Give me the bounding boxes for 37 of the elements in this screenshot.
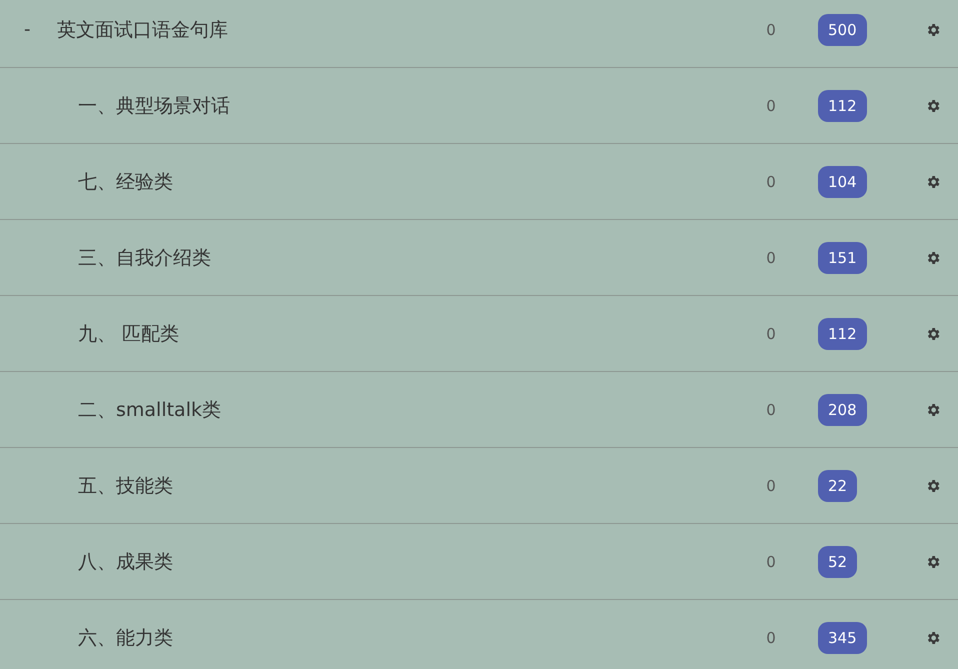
card-count: 52 — [818, 546, 858, 578]
collapse-toggle[interactable]: - — [0, 19, 57, 40]
settings-icon[interactable] — [925, 554, 941, 570]
due-count: 0 — [765, 324, 777, 342]
card-count: 112 — [818, 318, 867, 350]
settings-icon[interactable] — [925, 478, 941, 494]
settings-icon[interactable] — [925, 326, 941, 342]
deck-name[interactable]: 八、成果类 — [78, 550, 173, 572]
card-count: 345 — [818, 622, 867, 654]
deck-name[interactable]: 七、经验类 — [78, 170, 173, 192]
deck-name[interactable]: 二、smalltalk类 — [78, 398, 221, 420]
due-count: 0 — [765, 20, 777, 38]
card-count: 112 — [818, 90, 867, 122]
deck-name[interactable]: 九、 匹配类 — [78, 322, 180, 344]
due-count: 0 — [765, 400, 777, 418]
deck-name[interactable]: 英文面试口语金句库 — [57, 18, 228, 40]
card-count: 500 — [818, 14, 867, 46]
due-count: 0 — [765, 96, 777, 114]
settings-icon[interactable] — [925, 630, 941, 646]
card-count: 151 — [818, 242, 867, 274]
settings-icon[interactable] — [925, 402, 941, 418]
card-count: 104 — [818, 166, 867, 198]
deck-name[interactable]: 五、技能类 — [78, 474, 173, 496]
deck-name[interactable]: 三、自我介绍类 — [78, 246, 211, 268]
due-count: 0 — [765, 248, 777, 266]
deck-name[interactable]: 一、典型场景对话 — [78, 94, 230, 116]
settings-icon[interactable] — [925, 174, 941, 190]
card-count: 208 — [818, 394, 867, 426]
settings-icon[interactable] — [925, 98, 941, 114]
card-count: 22 — [818, 470, 858, 502]
due-count: 0 — [765, 172, 777, 190]
due-count: 0 — [765, 552, 777, 570]
deck-name[interactable]: 六、能力类 — [78, 626, 173, 648]
settings-icon[interactable] — [925, 250, 941, 266]
settings-icon[interactable] — [925, 22, 941, 38]
due-count: 0 — [765, 628, 777, 646]
due-count: 0 — [765, 476, 777, 494]
